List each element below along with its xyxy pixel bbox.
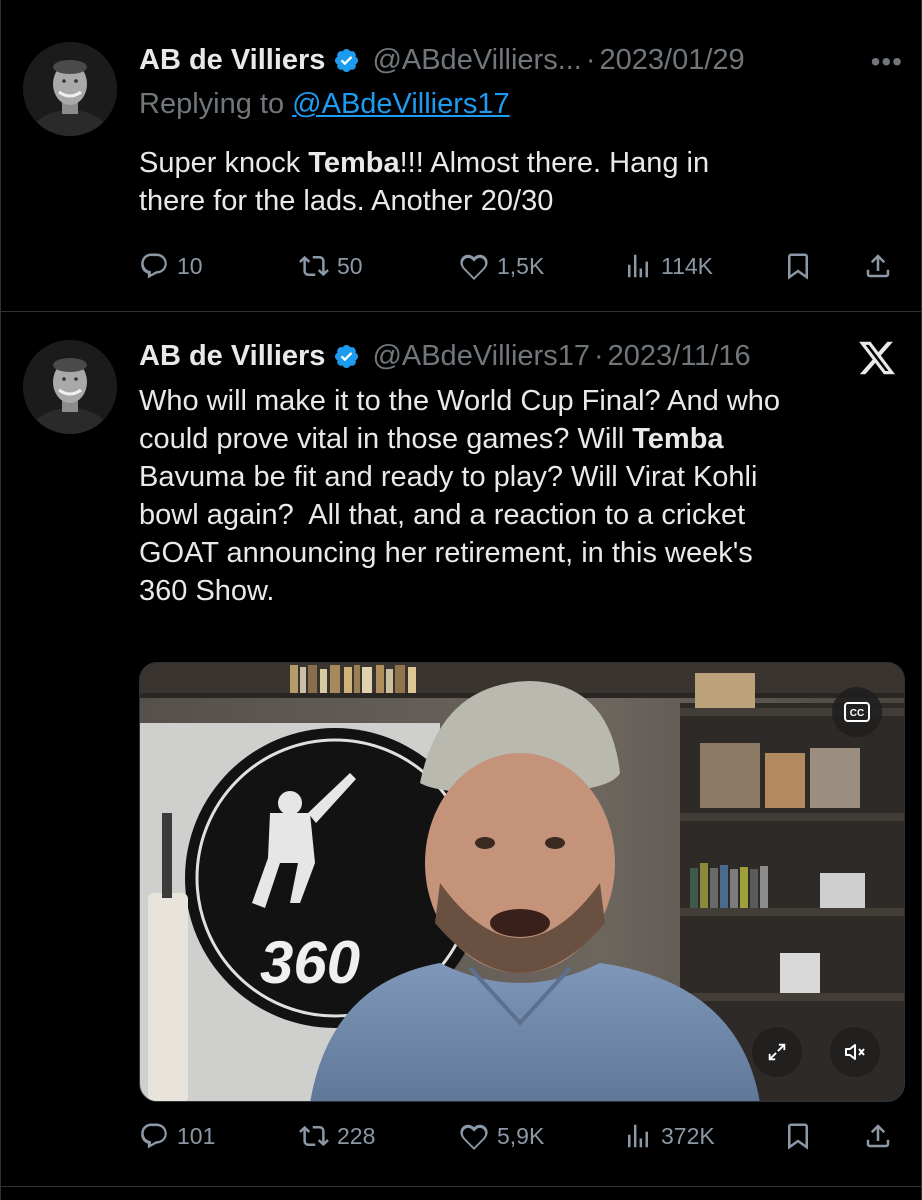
views-count: 114K	[661, 252, 714, 279]
mute-icon	[845, 1044, 865, 1060]
tweet-1[interactable]: AB de Villiers @ABdeVilliers... · 2023/0…	[1, 0, 922, 310]
video-player[interactable]: 360 CC	[139, 662, 905, 1102]
replying-to-label: Replying to	[139, 88, 285, 120]
tweet-text-part: Bavuma be fit and ready to play? Will Vi…	[139, 461, 758, 607]
reply-icon	[141, 1123, 167, 1149]
like-button[interactable]: 5,9K	[459, 1116, 544, 1156]
tweet-actions: 10 50 1,5K 114K	[139, 246, 899, 286]
avatar[interactable]	[23, 340, 117, 434]
timeline: AB de Villiers @ABdeVilliers... · 2023/0…	[0, 0, 922, 1200]
views-count: 372K	[661, 1122, 715, 1149]
bookmark-button[interactable]	[783, 246, 813, 286]
retweet-count: 50	[337, 252, 363, 279]
x-logo-icon	[857, 338, 897, 378]
replying-to-handle-link[interactable]: @ABdeVilliers17	[292, 88, 510, 120]
tweet-text-bold: Temba	[632, 423, 724, 455]
bookmark-icon	[788, 253, 808, 280]
author-name[interactable]: AB de Villiers	[139, 340, 325, 373]
retweet-button[interactable]: 50	[299, 246, 363, 286]
like-count: 5,9K	[497, 1122, 545, 1149]
author-name[interactable]: AB de Villiers	[139, 44, 325, 77]
bookmark-button[interactable]	[783, 1116, 813, 1156]
tweet-date[interactable]: 2023/01/29	[600, 44, 745, 77]
cc-icon: CC	[844, 702, 870, 722]
tweet-text: Super knock Temba!!! Almost there. Hang …	[139, 144, 909, 220]
share-button[interactable]	[863, 1116, 893, 1156]
avatar[interactable]	[23, 42, 117, 136]
views-icon	[628, 254, 648, 278]
mute-button[interactable]	[830, 1027, 880, 1077]
cc-label: CC	[850, 708, 864, 719]
video-logo-text: 360	[260, 929, 360, 996]
retweet-button[interactable]: 228	[299, 1116, 375, 1156]
tweet-actions: 101 228 5,9K 372K	[139, 1116, 899, 1156]
tweet-text-bold: Temba	[308, 147, 400, 179]
reply-count: 10	[177, 252, 203, 279]
separator: ·	[585, 43, 596, 76]
tweet-2[interactable]: AB de Villiers @ABdeVilliers17 · 2023/11…	[1, 312, 922, 1182]
captions-button[interactable]: CC	[832, 687, 882, 737]
retweet-icon	[299, 1125, 329, 1147]
author-handle[interactable]: @ABdeVilliers17	[372, 340, 590, 373]
bookmark-icon	[788, 1123, 808, 1150]
reply-icon	[141, 253, 167, 279]
like-count: 1,5K	[497, 252, 545, 279]
share-icon	[866, 254, 890, 278]
retweet-icon	[299, 255, 329, 277]
more-options-icon[interactable]: •••	[871, 46, 903, 78]
tweet-text-part: Super knock	[139, 147, 309, 179]
share-button[interactable]	[863, 246, 893, 286]
author-handle[interactable]: @ABdeVilliers...	[372, 44, 581, 77]
views-button[interactable]: 372K	[623, 1116, 715, 1156]
reply-count: 101	[177, 1122, 216, 1149]
divider	[1, 1186, 921, 1187]
verified-badge-icon	[333, 47, 360, 74]
reply-button[interactable]: 10	[139, 246, 203, 286]
tweet-header: AB de Villiers @ABdeVilliers... · 2023/0…	[139, 40, 903, 80]
verified-badge-icon	[333, 343, 360, 370]
tweet-date[interactable]: 2023/11/16	[608, 340, 751, 373]
tweet-text: Who will make it to the World Cup Final?…	[139, 382, 909, 610]
heart-icon	[460, 1124, 488, 1150]
expand-button[interactable]	[752, 1027, 802, 1077]
separator: ·	[593, 339, 604, 372]
replying-to: Replying to @ABdeVilliers17	[139, 88, 510, 121]
expand-icon	[768, 1043, 786, 1061]
like-button[interactable]: 1,5K	[459, 246, 544, 286]
tweet-header: AB de Villiers @ABdeVilliers17 · 2023/11…	[139, 336, 903, 376]
views-icon	[628, 1124, 648, 1148]
reply-button[interactable]: 101	[139, 1116, 215, 1156]
retweet-count: 228	[337, 1122, 376, 1149]
views-button[interactable]: 114K	[623, 246, 713, 286]
heart-icon	[460, 254, 488, 280]
share-icon	[866, 1124, 890, 1148]
